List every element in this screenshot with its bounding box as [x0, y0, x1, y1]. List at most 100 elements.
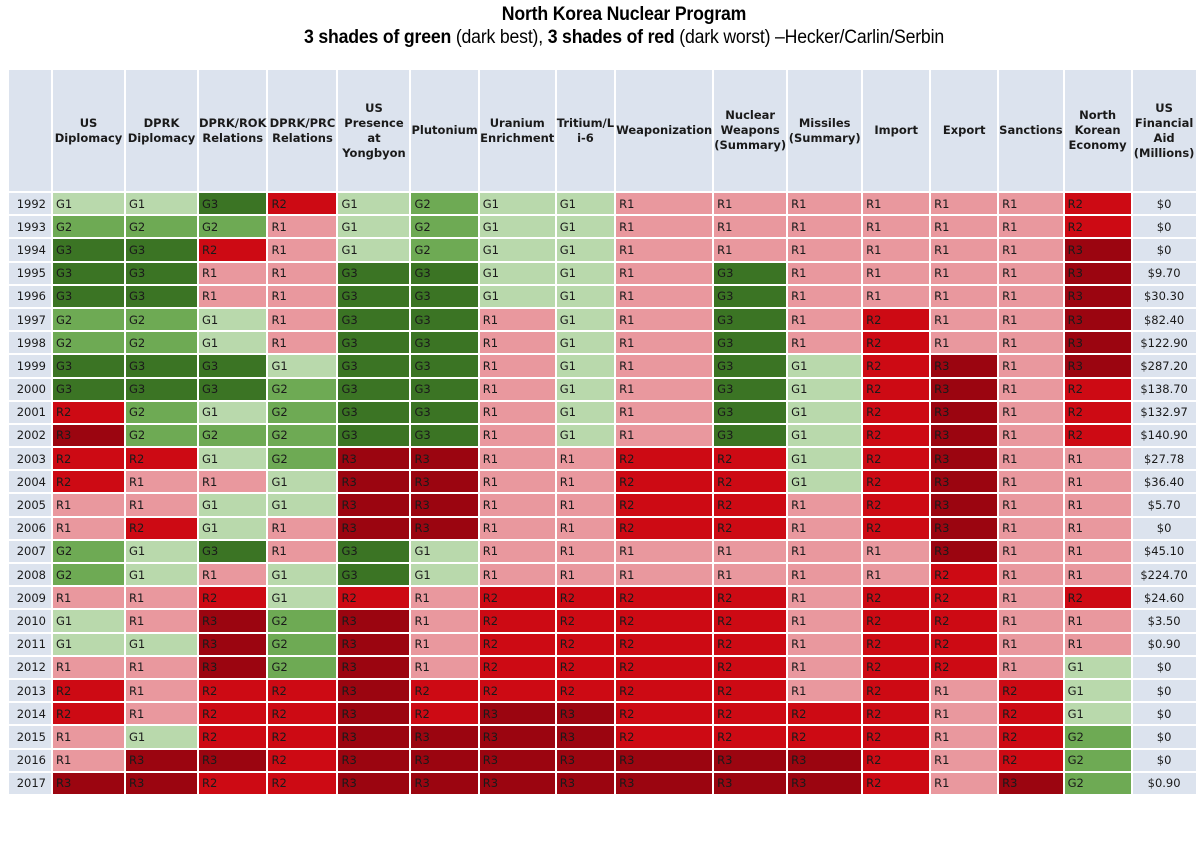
rating-cell: G1 — [196, 330, 269, 356]
column-header-line: Plutonium — [411, 123, 478, 137]
column-header: Sanctions — [997, 68, 1065, 193]
year-cell: 2000 — [7, 376, 53, 402]
rating-cell: R2 — [51, 677, 126, 704]
rating-cell: R1 — [786, 330, 864, 356]
column-header-line: Relations — [202, 130, 264, 145]
rating-cell: R1 — [124, 608, 199, 634]
table-row: 2006 R1 R2 G1 R1 R3 R3 R1 R1 R2 R2 R1 R2 R3 R1 R1 $0 — [7, 515, 1198, 541]
rating-cell: G3 — [409, 399, 480, 425]
rating-cell: R2 — [336, 585, 412, 611]
rating-cell: R3 — [929, 376, 1000, 402]
column-header: Tritium/L i-6 — [554, 68, 617, 193]
year-cell: 1992 — [7, 190, 53, 217]
table-row: 1998 G2 G2 G1 R1 G3 G3 R1 G1 R1 G3 R1 R2 R1 R1 R3 $122.9… — [7, 330, 1198, 356]
rating-cell: R1 — [51, 724, 126, 750]
rating-cell: G2 — [124, 306, 199, 333]
rating-cell: G3 — [409, 353, 480, 379]
rating-cell: R2 — [477, 677, 557, 704]
rating-cell: R2 — [712, 446, 789, 472]
rating-cell: R1 — [929, 260, 1000, 286]
rating-cell: R1 — [124, 654, 199, 680]
rating-cell: R1 — [997, 237, 1065, 263]
header-corner — [7, 68, 53, 193]
rating-cell: R1 — [477, 306, 557, 333]
rating-cell: R1 — [929, 724, 1000, 750]
chart-title-block: North Korea Nuclear Program 3 shades of … — [0, 4, 1200, 50]
rating-cell: R1 — [861, 561, 932, 588]
rating-cell: R1 — [786, 631, 864, 657]
column-header: Export — [929, 68, 1000, 193]
table-row: 2002 R3 G2 G2 G2 G3 G3 R1 G1 R1 G3 G1 R2 R3 R1 R2 $140.9… — [7, 422, 1198, 449]
rating-cell: R3 — [409, 515, 480, 541]
column-header-line: US — [79, 115, 98, 130]
rating-cell: G1 — [336, 237, 412, 263]
rating-cell: R3 — [554, 701, 617, 727]
column-header: Nuclear Weapons (Summary) — [712, 68, 789, 193]
rating-cell: G3 — [409, 422, 480, 449]
aid-cell: $0 — [1130, 701, 1198, 727]
aid-cell: $132.97 — [1130, 399, 1198, 425]
rating-cell: R1 — [124, 701, 199, 727]
rating-cell: R1 — [477, 376, 557, 402]
rating-cell: R3 — [929, 492, 1000, 518]
rating-cell: G2 — [196, 422, 269, 449]
column-header-line: Import — [874, 123, 918, 137]
rating-cell: G1 — [196, 492, 269, 518]
aid-cell: $0 — [1130, 747, 1198, 773]
rating-cell: G3 — [51, 353, 126, 379]
rating-cell: R2 — [929, 585, 1000, 611]
rating-cell: G3 — [409, 306, 480, 333]
column-header-line: Enrichment — [480, 130, 555, 145]
rating-cell: R2 — [1062, 585, 1133, 611]
year-cell: 2011 — [7, 631, 53, 657]
rating-cell: G2 — [51, 330, 126, 356]
rating-cell: R1 — [929, 306, 1000, 333]
rating-cell: G3 — [124, 283, 199, 309]
rating-cell: G2 — [1062, 724, 1133, 750]
rating-cell: R1 — [997, 585, 1065, 611]
rating-cell: R3 — [196, 608, 269, 634]
rating-cell: R2 — [861, 515, 932, 541]
rating-cell: R2 — [712, 701, 789, 727]
table-row: 2000 G3 G3 G3 G2 G3 G3 R1 G1 R1 G3 G1 R2 R3 R1 R2 $138.7… — [7, 376, 1198, 402]
year-cell: 1993 — [7, 214, 53, 240]
rating-cell: G2 — [51, 306, 126, 333]
column-header-line: Financial — [1134, 115, 1194, 130]
rating-cell: G1 — [554, 237, 617, 263]
rating-cell: R2 — [614, 469, 715, 495]
table-row: 2001 R2 G2 G1 G2 G3 G3 R1 G1 R1 G3 G1 R2 R3 R1 R2 $132.9… — [7, 399, 1198, 425]
rating-cell: R1 — [51, 654, 126, 680]
column-header-line: DPRK/ROK — [199, 115, 267, 130]
rating-cell: R3 — [929, 399, 1000, 425]
aid-cell: $0.90 — [1130, 770, 1198, 796]
rating-cell: G1 — [51, 631, 126, 657]
chart-subtitle: 3 shades of green (dark best), 3 shades … — [88, 26, 1159, 50]
year-cell: 1996 — [7, 283, 53, 309]
table-row: 1995 G3 G3 R1 R1 G3 G3 G1 G1 R1 G3 R1 R1 R1 R1 R3 $9.70 — [7, 260, 1198, 286]
rating-cell: R1 — [997, 283, 1065, 309]
aid-cell: $36.40 — [1130, 469, 1198, 495]
rating-cell: R1 — [712, 237, 789, 263]
column-header: Plutonium — [409, 68, 480, 193]
rating-cell: R3 — [409, 492, 480, 518]
year-cell: 2017 — [7, 770, 53, 796]
rating-cell: G3 — [196, 353, 269, 379]
rating-cell: G3 — [409, 260, 480, 286]
rating-cell: R2 — [712, 677, 789, 704]
rating-cell: R3 — [554, 747, 617, 773]
rating-cell: G2 — [409, 214, 480, 240]
aid-cell: $0 — [1130, 677, 1198, 704]
column-header-line: Aid — [1153, 130, 1175, 145]
rating-cell: R2 — [997, 724, 1065, 750]
rating-cell: R1 — [614, 306, 715, 333]
rating-cell: R1 — [477, 399, 557, 425]
rating-cell: R1 — [196, 469, 269, 495]
rating-cell: R2 — [861, 446, 932, 472]
rating-cell: R3 — [1062, 330, 1133, 356]
rating-cell: R1 — [997, 399, 1065, 425]
rating-cell: R1 — [786, 283, 864, 309]
rating-cell: R1 — [997, 492, 1065, 518]
rating-cell: G1 — [266, 561, 339, 588]
rating-cell: R2 — [997, 701, 1065, 727]
rating-cell: G2 — [124, 399, 199, 425]
